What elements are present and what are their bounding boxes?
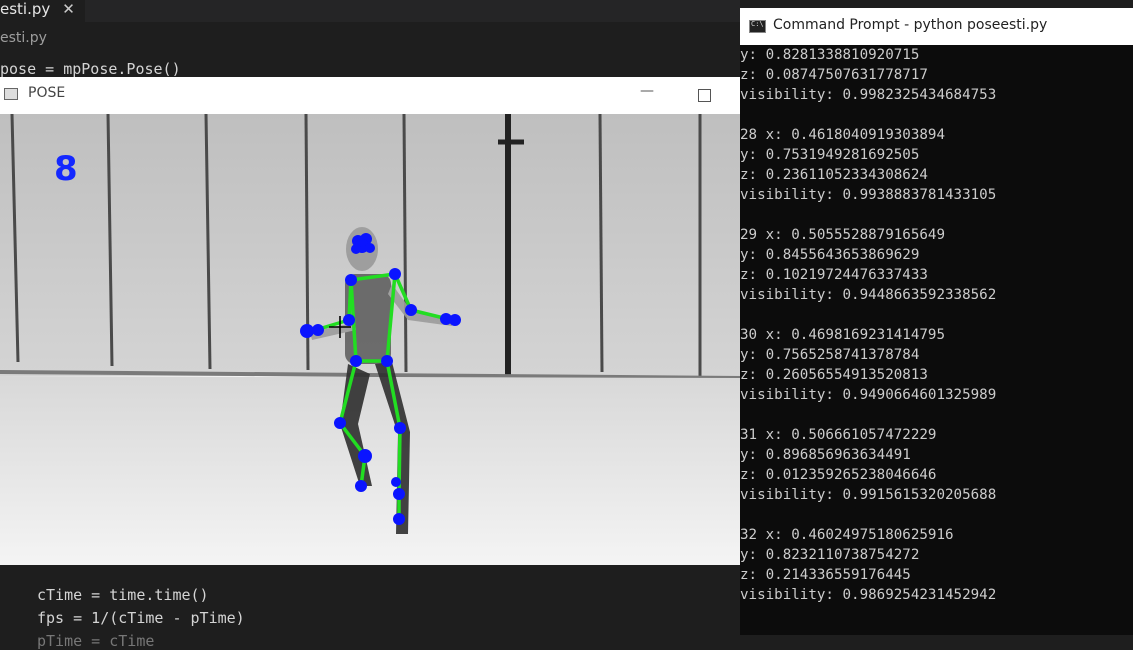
cmd-title: Command Prompt - python poseesti.py xyxy=(773,17,1048,33)
cmd-output-line: y: 0.7531949281692505 xyxy=(740,147,920,163)
cmd-output-line: visibility: 0.9982325434684753 xyxy=(740,87,997,103)
breadcrumb[interactable]: esti.py xyxy=(0,30,47,46)
floor xyxy=(0,376,740,565)
cmd-output-line: 30 x: 0.4698169231414795 xyxy=(740,327,945,343)
pose-window-title: POSE xyxy=(28,85,66,101)
cmd-output-line: visibility: 0.9448663592338562 xyxy=(740,287,997,303)
cmd-output-line: z: 0.214336559176445 xyxy=(740,567,911,583)
cmd-output-line: z: 0.23611052334308624 xyxy=(740,167,928,183)
close-icon[interactable]: ✕ xyxy=(62,0,75,18)
fps-counter: 8 xyxy=(54,149,78,189)
cmd-output-line: y: 0.8281338810920715 xyxy=(740,47,920,63)
code-line: cTime = time.time() xyxy=(37,586,209,604)
cmd-output-line: y: 0.8232110738754272 xyxy=(740,547,920,563)
cmd-output-line: y: 0.7565258741378784 xyxy=(740,347,920,363)
cmd-output-line: visibility: 0.9938883781433105 xyxy=(740,187,997,203)
minimize-button[interactable]: — xyxy=(640,83,654,99)
cmd-output-line: z: 0.012359265238046646 xyxy=(740,467,937,483)
cmd-output-line: 29 x: 0.5055528879165649 xyxy=(740,227,945,243)
window-icon xyxy=(4,88,18,100)
code-line: fps = 1/(cTime - pTime) xyxy=(37,609,245,627)
cmd-output-line: 32 x: 0.46024975180625916 xyxy=(740,527,954,543)
cmd-output-line: visibility: 0.9915615320205688 xyxy=(740,487,997,503)
maximize-button[interactable] xyxy=(698,89,711,102)
editor-tab-bar: esti.py ✕ xyxy=(0,0,740,22)
pose-window-titlebar[interactable]: POSE — xyxy=(0,77,740,113)
cmd-output-line: 31 x: 0.506661057472229 xyxy=(740,427,937,443)
code-line: pose = mpPose.Pose() xyxy=(0,60,181,78)
pose-window[interactable]: POSE — 8 xyxy=(0,77,740,565)
video-frame: 8 xyxy=(0,114,740,565)
tab-label: esti.py xyxy=(0,0,51,18)
cmd-output-line: y: 0.896856963634491 xyxy=(740,447,911,463)
cmd-output-line: z: 0.26056554913520813 xyxy=(740,367,928,383)
cmd-output-line: z: 0.10219724476337433 xyxy=(740,267,928,283)
cmd-output-line: y: 0.8455643653869629 xyxy=(740,247,920,263)
editor-tab[interactable]: esti.py ✕ xyxy=(0,0,85,22)
cmd-icon xyxy=(749,20,766,33)
cmd-titlebar[interactable]: Command Prompt - python poseesti.py xyxy=(740,8,1133,45)
cmd-output-line: z: 0.08747507631778717 xyxy=(740,67,928,83)
command-prompt-window[interactable]: Command Prompt - python poseesti.py y: 0… xyxy=(740,8,1133,635)
cmd-output-line: visibility: 0.9869254231452942 xyxy=(740,587,997,603)
video-scene: 8 xyxy=(0,114,740,565)
cmd-output-line: visibility: 0.9490664601325989 xyxy=(740,387,997,403)
cmd-output-line: 28 x: 0.4618040919303894 xyxy=(740,127,945,143)
